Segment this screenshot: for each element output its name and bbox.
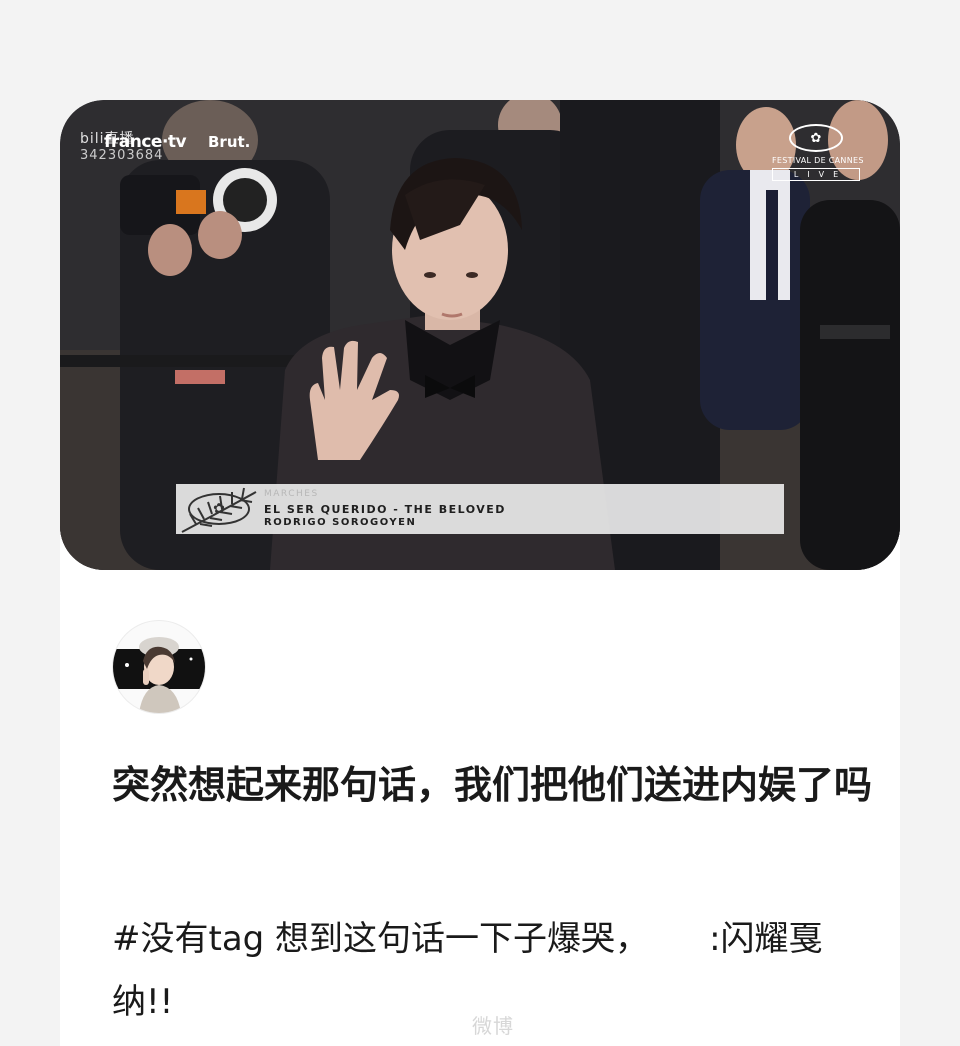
film-title: EL SER QUERIDO - THE BELOVED (264, 503, 506, 516)
banner-label: MARCHES (264, 489, 319, 499)
post-image[interactable]: bili直播 342303684 france·tv Brut. ✿ FESTI… (60, 100, 900, 570)
golden-palm-icon (181, 487, 257, 533)
avatar-illustration (113, 637, 205, 713)
post-card: bili直播 342303684 france·tv Brut. ✿ FESTI… (60, 100, 900, 1046)
post-title: 突然想起来那句话，我们把他们送进内娱了吗 (112, 763, 873, 807)
brut-logo: Brut. (208, 133, 251, 151)
post-body-text: 想到这句话一下子爆哭， (264, 919, 650, 959)
avatar[interactable] (112, 620, 206, 714)
film-banner: ✿ MARCHES EL SER QUERIDO - THE BELOVED R… (176, 484, 784, 534)
film-director: RODRIGO SOROGOYEN (264, 517, 417, 528)
palm-icon: ✿ (789, 124, 843, 152)
redacted-mention (649, 936, 709, 946)
festival-name: FESTIVAL DE CANNES (772, 156, 864, 165)
hashtag-link[interactable]: #没有tag (112, 919, 264, 959)
francetv-logo: france·tv (104, 132, 187, 152)
watermark: 微博 (472, 1014, 514, 1038)
live-badge: LIVE (772, 168, 860, 181)
cannes-logo: ✿ FESTIVAL DE CANNES LIVE (772, 124, 864, 181)
